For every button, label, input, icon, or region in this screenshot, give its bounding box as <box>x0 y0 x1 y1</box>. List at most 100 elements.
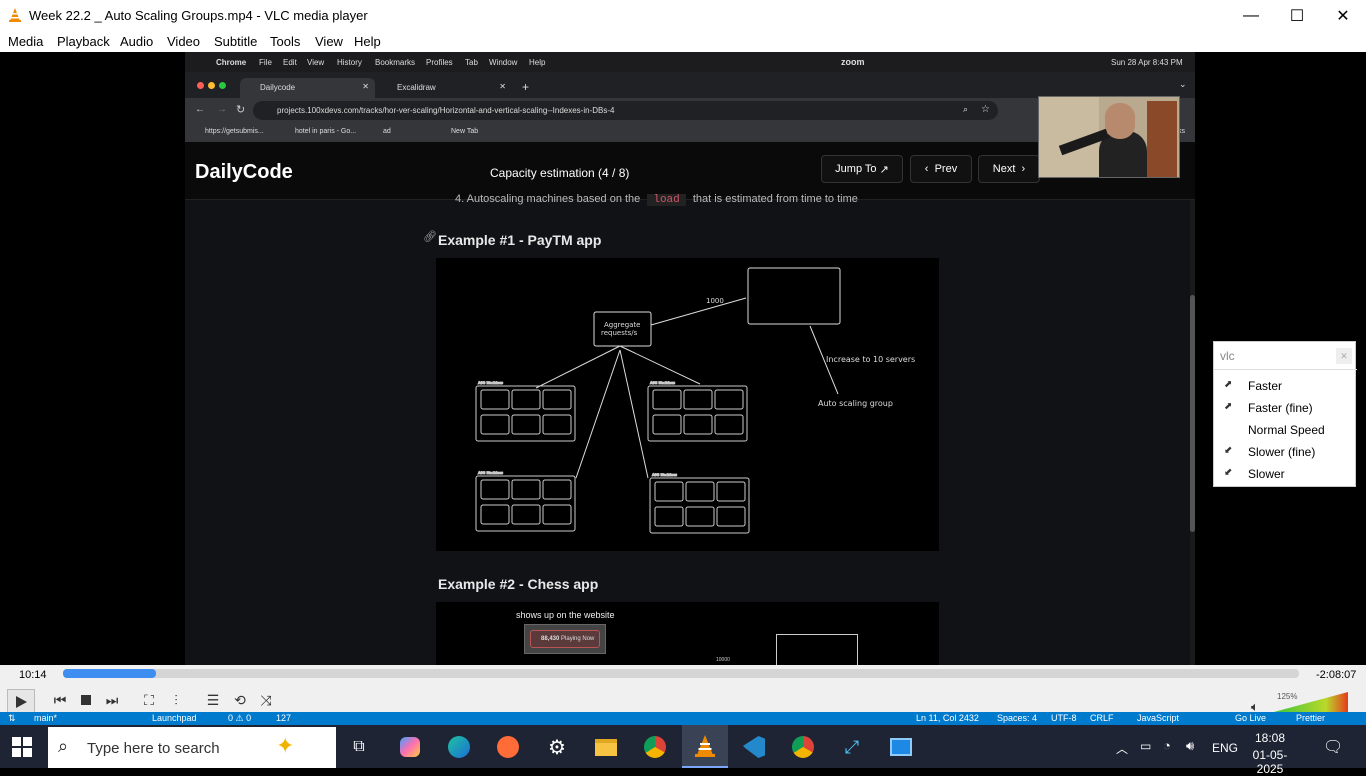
mac-menu-item: Tab <box>465 58 478 67</box>
machine-box <box>480 504 510 525</box>
agg-label-2: requests/s <box>601 329 638 337</box>
popup-clear-icon[interactable]: ✕ <box>1336 348 1352 364</box>
menu-playback[interactable]: Playback <box>57 34 110 49</box>
input-language[interactable]: ENG <box>1212 741 1238 755</box>
loop-icon: ⟲ <box>234 691 246 708</box>
loop-button[interactable]: ⟲ <box>229 689 251 711</box>
bookmark-item[interactable]: https://getsubmis... <box>205 128 264 135</box>
current-time[interactable]: 10:14 <box>19 669 47 681</box>
task-view-icon[interactable]: ⧉ <box>346 734 372 760</box>
menu-help[interactable]: Help <box>354 34 381 49</box>
bookmark-star-icon[interactable]: ☆ <box>981 104 990 115</box>
menu-audio[interactable]: Audio <box>120 34 153 49</box>
go-live[interactable]: Go Live <box>1235 713 1266 723</box>
menu-media[interactable]: Media <box>8 34 43 49</box>
shuffle-button[interactable]: ⤨ <box>255 689 277 711</box>
next-media-button[interactable]: ⏭︎ <box>101 689 123 711</box>
encoding[interactable]: UTF-8 <box>1051 713 1077 723</box>
browser-tab-dailycode[interactable]: Dailycode ✕ <box>240 78 375 98</box>
vscode-icon[interactable] <box>741 734 767 760</box>
launchpad-item[interactable]: Launchpad <box>152 713 197 723</box>
machine-box <box>542 414 572 435</box>
tray-overflow-icon[interactable]: ︿ <box>1116 740 1128 757</box>
indent-setting[interactable]: Spaces: 4 <box>997 713 1037 723</box>
clock-date: 01-05-2025 <box>1252 748 1288 776</box>
volume-slider[interactable] <box>1274 692 1348 712</box>
chrome-icon[interactable] <box>642 734 668 760</box>
seek-bar[interactable] <box>63 669 1299 678</box>
tab-close-icon[interactable]: ✕ <box>362 82 369 91</box>
remote-desktop-icon[interactable] <box>888 734 914 760</box>
new-tab-icon[interactable]: + <box>522 80 529 94</box>
chrome-profile-icon[interactable] <box>790 734 816 760</box>
edge-icon[interactable] <box>446 734 472 760</box>
cursor-position[interactable]: Ln 11, Col 2432 <box>916 713 979 723</box>
anchor-link-icon[interactable]: 🔗︎ <box>423 230 437 243</box>
machine-box <box>511 414 541 435</box>
stop-button[interactable] <box>75 689 97 711</box>
back-icon[interactable]: ← <box>195 104 205 115</box>
tab-search-icon[interactable]: ⌄ <box>1179 79 1187 90</box>
bookmark-item[interactable]: ad <box>383 128 391 135</box>
problems-count[interactable]: 0 ⚠ 0 <box>228 713 251 724</box>
menu-tools[interactable]: Tools <box>270 34 300 49</box>
wifi-icon[interactable]: ◔ <box>1163 738 1171 753</box>
prev-button[interactable]: ‹ Prev <box>910 155 972 183</box>
language-mode[interactable]: JavaScript <box>1137 713 1179 723</box>
tab-close-icon[interactable]: ✕ <box>499 82 506 91</box>
clock-time: 18:08 <box>1254 731 1286 745</box>
reload-icon[interactable]: ↻ <box>236 103 245 116</box>
remaining-time[interactable]: -2:08:07 <box>1316 669 1356 681</box>
popup-search-field[interactable]: vlc ✕ <box>1214 342 1357 370</box>
server-box <box>776 634 858 665</box>
next-button[interactable]: Next › <box>978 155 1040 183</box>
popup-item-label: Slower (fine) <box>1248 445 1316 459</box>
mac-menu-item: Help <box>529 58 546 67</box>
copilot-icon[interactable] <box>397 734 423 760</box>
minimize-button[interactable]: — <box>1228 0 1274 31</box>
vlc-cone-icon <box>9 8 21 22</box>
machine-box <box>511 479 541 500</box>
settings-gear-icon[interactable]: ⚙ <box>544 734 570 760</box>
remote-icon[interactable]: ⇅ <box>8 713 16 724</box>
jump-to-button[interactable]: Jump To ↗ <box>821 155 903 183</box>
previous-button[interactable]: ⏮︎ <box>49 689 71 711</box>
eol[interactable]: CRLF <box>1090 713 1114 723</box>
popup-search-text: vlc <box>1220 349 1235 363</box>
playing-badge: 88,430 Playing Now <box>524 624 606 654</box>
git-branch[interactable]: main* <box>34 713 57 723</box>
site-logo[interactable]: DailyCode <box>195 161 293 184</box>
taskbar-search-box[interactable]: ⌕ Type here to search ✦ <box>48 727 336 768</box>
extended-settings-button[interactable]: ⫶ <box>165 689 187 711</box>
file-explorer-icon[interactable] <box>593 734 619 760</box>
menu-view[interactable]: View <box>315 34 343 49</box>
bookmark-item[interactable]: hotel in paris - Go... <box>295 128 356 135</box>
volume-tray-icon[interactable]: 🔊︎ <box>1186 738 1194 754</box>
popup-item-label: Slower <box>1248 467 1285 481</box>
menu-subtitle[interactable]: Subtitle <box>214 34 257 49</box>
taskbar-clock[interactable]: 18:08 01-05-2025 <box>1240 731 1300 776</box>
machine-box <box>714 389 744 410</box>
battery-icon[interactable]: ▭ <box>1140 739 1151 753</box>
playlist-button[interactable]: ☰ <box>202 689 224 711</box>
menu-video[interactable]: Video <box>167 34 200 49</box>
postman-icon[interactable] <box>495 734 521 760</box>
notification-icon[interactable]: 🗨︎ <box>1323 737 1343 757</box>
prettier[interactable]: Prettier <box>1296 713 1325 723</box>
connectivity-app-icon[interactable]: ⤢ <box>839 734 865 760</box>
windows-start-icon[interactable] <box>12 737 32 757</box>
bookmark-item[interactable]: New Tab <box>451 128 478 135</box>
browser-tab-excalidraw[interactable]: Excalidraw ✕ <box>377 78 512 98</box>
page-scrollbar-thumb[interactable] <box>1190 295 1195 532</box>
url-bar[interactable]: projects.100xdevs.com/tracks/hor-ver-sca… <box>253 101 998 120</box>
asg-cluster <box>647 385 748 442</box>
close-button[interactable]: ✕ <box>1320 0 1366 31</box>
machine-box <box>511 389 541 410</box>
fullscreen-button[interactable]: ⛶ <box>138 689 160 711</box>
taskbar-active-vlc[interactable] <box>682 725 728 768</box>
forward-icon[interactable]: → <box>217 104 227 115</box>
maximize-button[interactable]: ☐ <box>1274 0 1320 31</box>
shuffle-icon: ⤨ <box>260 691 272 708</box>
zoom-lens-icon[interactable]: ⌕ <box>963 104 968 115</box>
machine-box <box>683 414 713 435</box>
